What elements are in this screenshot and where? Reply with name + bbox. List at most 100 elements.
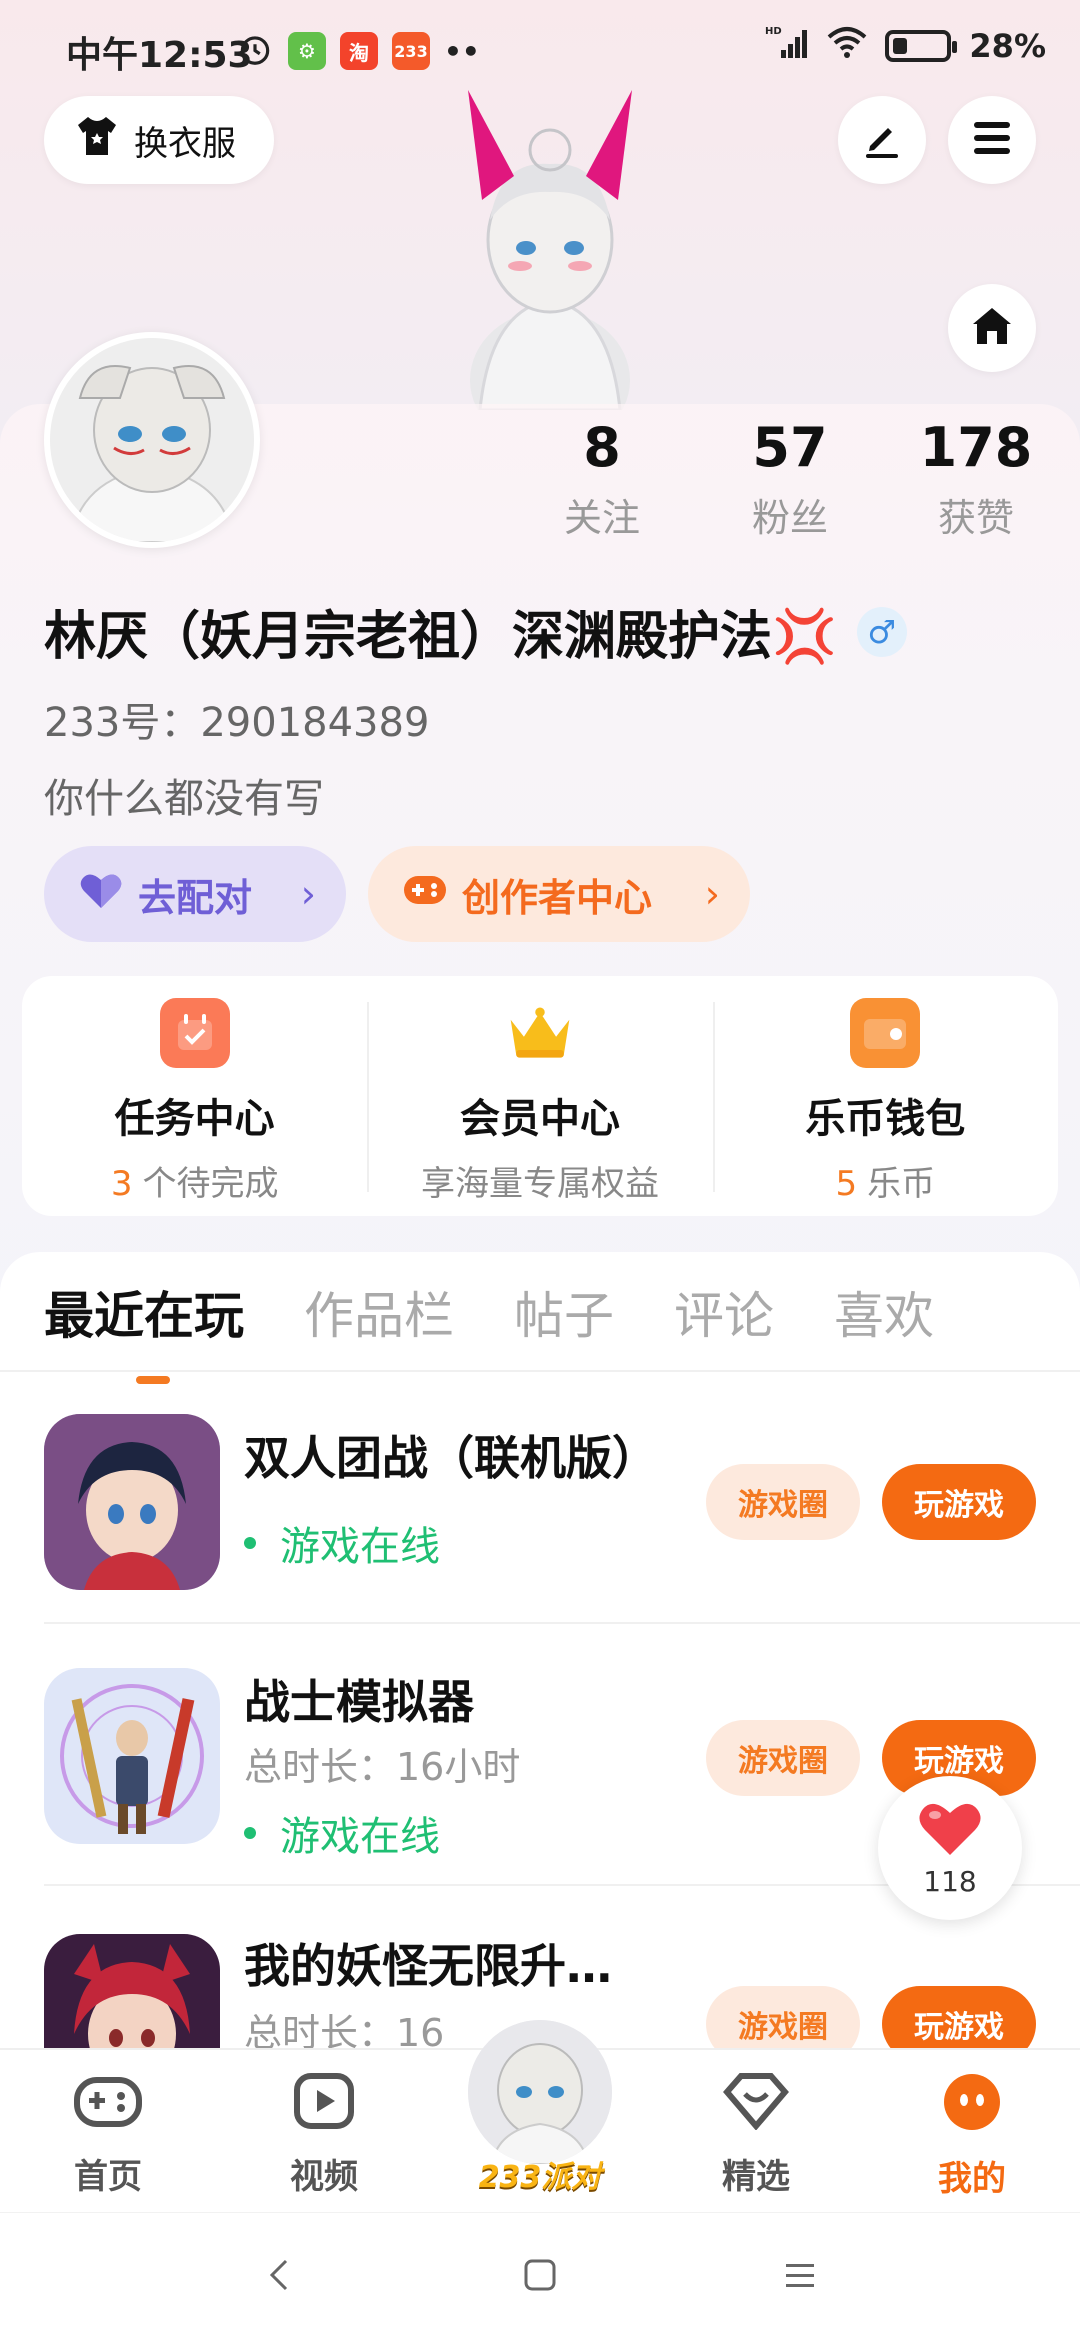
content-list-card (0, 1252, 1080, 2052)
game-online-status: 游戏在线 (244, 1514, 440, 1572)
tab-works[interactable]: 作品栏 (304, 1276, 454, 1348)
play-icon (293, 2072, 355, 2139)
tab-recent-label: 最近在玩 (44, 1287, 244, 1345)
online-label: 游戏在线 (280, 1524, 440, 1570)
pen-icon (860, 116, 904, 164)
outfit-button[interactable]: 换衣服 (44, 96, 274, 184)
svg-text:HD: HD (765, 26, 782, 37)
task-center[interactable]: 任务中心 3 个待完成 (22, 976, 367, 1216)
app-233-icon: 233 (392, 32, 430, 70)
tab-comments[interactable]: 评论 (674, 1276, 774, 1348)
game-row[interactable]: 双人团战（联机版） 游戏在线 游戏圈 玩游戏 (44, 1414, 1044, 1590)
nickname: 林厌（妖月宗老祖）深渊殿护法💢 (44, 607, 837, 667)
stat-following-label: 关注 (563, 496, 640, 540)
tab-recent[interactable]: 最近在玩 (44, 1276, 244, 1384)
match-button[interactable]: 去配对 › (44, 846, 346, 942)
game-icon[interactable] (44, 1668, 220, 1844)
avatar[interactable] (44, 332, 260, 548)
party-avatar[interactable] (468, 2020, 612, 2164)
task-center-title: 任务中心 (114, 1096, 275, 1142)
member-center-title: 会员中心 (459, 1096, 620, 1142)
nav-featured[interactable]: 精选 (648, 2050, 864, 2212)
more-notifications-icon: •• (444, 34, 480, 68)
menu-button[interactable] (948, 96, 1036, 184)
outfit-label: 换衣服 (134, 123, 236, 164)
creator-center-button[interactable]: 创作者中心 › (368, 846, 750, 942)
character-figure[interactable] (440, 80, 660, 450)
alarm-icon (236, 30, 274, 72)
like-float-button[interactable]: 118 (878, 1776, 1022, 1920)
game-circle-button[interactable]: 游戏圈 (706, 1464, 860, 1540)
nav-home-label: 首页 (74, 2157, 142, 2197)
back-icon[interactable] (260, 2255, 300, 2299)
tab-indicator (136, 1376, 170, 1384)
coin-wallet-sub: 5 乐币 (836, 1156, 936, 1205)
battery-percent: 28% (969, 27, 1046, 65)
game-playtime: 总时长：16小时 (244, 1745, 521, 1789)
online-label: 游戏在线 (280, 1814, 440, 1860)
status-app-icons: ⚙ 淘 233 •• (236, 30, 480, 72)
stat-following[interactable]: 8 关注 (522, 416, 682, 542)
bio[interactable]: 你什么都没有写 (44, 766, 324, 824)
chevron-right-icon: › (704, 872, 720, 916)
nav-party-label: 233派对 (478, 2160, 602, 2195)
game-circle-button[interactable]: 游戏圈 (706, 1720, 860, 1796)
heart-diamond-icon (723, 2072, 789, 2139)
wallet-icon (850, 998, 921, 1068)
stat-likes-label: 获赞 (937, 496, 1014, 540)
stat-fans-label: 粉丝 (751, 496, 828, 540)
male-gender-icon: ♂ (856, 606, 907, 657)
game-playtime: 总时长：16 (244, 2011, 445, 2048)
member-center[interactable]: 会员中心 享海量专属权益 (367, 976, 712, 1216)
game-icon[interactable] (44, 1414, 220, 1590)
play-game-button[interactable]: 玩游戏 (882, 1986, 1036, 2048)
quick-actions-card: 任务中心 3 个待完成 会员中心 享海量专属权益 乐币钱包 5 乐币 (22, 976, 1058, 1216)
profile-face-icon (942, 2072, 1002, 2141)
game-circle-button[interactable]: 游戏圈 (706, 1986, 860, 2048)
game-online-status: 游戏在线 (244, 1804, 440, 1862)
battery-icon (885, 30, 958, 62)
like-count: 118 (923, 1864, 977, 1898)
system-nav-bar (0, 2212, 1080, 2340)
stat-likes[interactable]: 178 获赞 (896, 416, 1056, 542)
stat-fans[interactable]: 57 粉丝 (710, 416, 870, 542)
member-center-sub: 享海量专属权益 (420, 1164, 659, 1204)
nav-featured-label: 精选 (722, 2157, 790, 2197)
game-icon[interactable] (44, 1934, 220, 2048)
nav-video[interactable]: 视频 (216, 2050, 432, 2212)
profile-tabs: 最近在玩 作品栏 帖子 评论 喜欢 (44, 1276, 934, 1384)
tab-posts[interactable]: 帖子 (514, 1276, 614, 1348)
taobao-icon: 淘 (340, 32, 378, 70)
stat-following-value: 8 (583, 416, 621, 479)
nav-home[interactable]: 首页 (0, 2050, 216, 2212)
task-center-sub: 3 个待完成 (111, 1156, 279, 1205)
purple-heart-icon (78, 870, 124, 919)
coin-wallet[interactable]: 乐币钱包 5 乐币 (712, 976, 1058, 1216)
nav-mine-label: 我的 (938, 2159, 1006, 2199)
nickname-row: 林厌（妖月宗老祖）深渊殿护法💢 ♂ (44, 594, 907, 669)
play-game-button[interactable]: 玩游戏 (882, 1464, 1036, 1540)
online-dot (244, 1537, 256, 1549)
edit-button[interactable] (838, 96, 926, 184)
house-icon (969, 304, 1015, 352)
chevron-right-icon: › (300, 872, 316, 916)
recents-icon[interactable] (780, 2255, 820, 2299)
crown-icon (505, 998, 575, 1068)
nav-mine[interactable]: 我的 (864, 2050, 1080, 2212)
user-id[interactable]: 233号：290184389 (44, 690, 429, 748)
gamepad-icon (73, 2072, 143, 2139)
status-time: 中午12:53 (66, 35, 253, 76)
match-label: 去配对 (138, 875, 253, 920)
shirt-icon (74, 115, 120, 166)
online-dot (244, 1827, 256, 1839)
heart-icon (917, 1799, 983, 1861)
tab-likes[interactable]: 喜欢 (834, 1276, 934, 1348)
row-divider (44, 1622, 1080, 1624)
home-square-icon[interactable] (520, 2255, 560, 2299)
hamburger-icon (970, 118, 1014, 162)
app-gear-icon: ⚙ (288, 32, 326, 70)
status-right: HD 28% (765, 24, 1046, 68)
calendar-check-icon (159, 998, 230, 1068)
home-button[interactable] (948, 284, 1036, 372)
coin-count: 5 (835, 1164, 858, 1204)
